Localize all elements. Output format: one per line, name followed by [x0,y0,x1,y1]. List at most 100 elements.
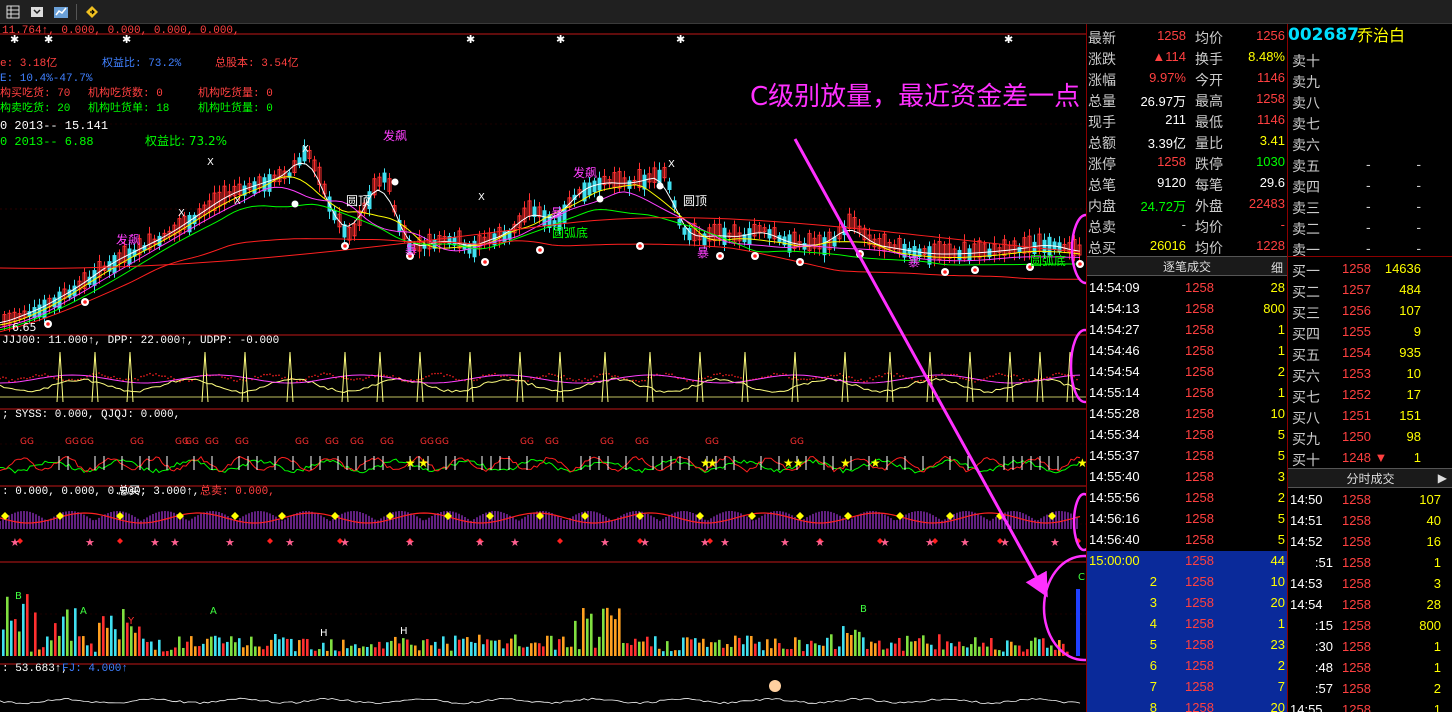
bid-label: 买四 [1292,326,1320,342]
volume-bar [1038,639,1041,656]
volume-bar [646,636,649,656]
volume-bar [926,643,929,656]
sub1-dot [164,375,166,378]
sub4-readout-b: FJ: 4.000↑ [62,663,129,675]
sub1-spike [466,351,474,403]
bid-row[interactable]: 买二 1257 484 [1288,279,1452,300]
bid-row[interactable]: 买一 1258 14636 [1288,258,1452,279]
tick-price: 1258 [1185,490,1214,505]
sub1-dot [866,380,868,382]
volume-bar [814,643,817,656]
sub1-dot [533,378,535,381]
quote-value: 9120 [1157,175,1186,190]
sub1-dot [869,377,871,379]
fenshi-price: 1258 [1342,660,1371,675]
tick-time: 14:55:34 [1089,427,1140,442]
sub2-star: ★ [840,456,851,470]
ask-row[interactable]: 卖八 [1288,90,1452,111]
bid-row[interactable]: 买八 1251 151 [1288,405,1452,426]
volume-bar [74,608,77,656]
sub1-dot [98,372,100,374]
diamond-icon[interactable] [83,3,101,21]
volume-bar [354,644,357,656]
sub1-dot [0,377,1,380]
sub1-dot [362,379,364,381]
volume-bar [1034,637,1037,656]
fenshi-time: :48 [1314,660,1333,675]
sub1-dot [794,376,796,379]
ask-row[interactable]: 卖十 [1288,48,1452,69]
tick-volume: 2 [1277,364,1285,379]
volume-bar [534,642,537,656]
sub1-dot [812,377,814,380]
ask-row[interactable]: 卖一 - - [1288,237,1452,258]
fenshi-row: 14:53 1258 3 [1288,573,1452,594]
sub1-dot [323,372,325,374]
bid-row[interactable]: 买三 1256 107 [1288,300,1452,321]
sub1-dot [167,377,169,380]
bid-row[interactable]: 买十 1248 ▼ 1 [1288,447,1452,468]
ask-row[interactable]: 卖六 [1288,132,1452,153]
grid-icon[interactable] [4,3,22,21]
bid-row[interactable]: 买七 1252 17 [1288,384,1452,405]
volume-bar [114,629,117,656]
tick-volume: 2 [1277,490,1285,505]
volume-bar [426,639,429,656]
volume-bar [978,646,981,656]
volume-bar [602,608,605,656]
volume-bar [998,650,1001,656]
volume-bar [154,649,157,656]
bid-row[interactable]: 买六 1253 10 [1288,363,1452,384]
ask-row[interactable]: 卖七 [1288,111,1452,132]
sub2-gg-marker: GG [705,437,719,447]
fenshi-next-arrow[interactable]: ▶ [1438,471,1447,485]
download-icon[interactable] [28,3,46,21]
sub1-dot [359,377,361,380]
volume-bar [970,644,973,656]
tick-price: 1258 [1185,343,1214,358]
ask-row[interactable]: 卖五 - - [1288,153,1452,174]
tick-time: 14:55:40 [1089,469,1140,484]
volume-bar [162,651,165,656]
bottom-signal-dot-core [46,322,50,326]
sub1-dot [644,379,646,382]
bid-row[interactable]: 买九 1250 98 [1288,426,1452,447]
volume-bar [314,650,317,656]
volume-bar [982,642,985,656]
volume-bar [274,634,277,656]
volume-bar [726,644,729,656]
volume-bar [758,641,761,656]
bid-label: 买二 [1292,284,1320,300]
ask-row[interactable]: 卖二 - - [1288,216,1452,237]
volume-bar [826,637,829,656]
ask-row[interactable]: 卖四 - - [1288,174,1452,195]
ask-row[interactable]: 卖九 [1288,69,1452,90]
candle-body [587,182,592,196]
volume-bar [202,643,205,656]
sub1-dot [875,375,877,378]
ask-row[interactable]: 卖三 - - [1288,195,1452,216]
sub1-dot [68,378,70,381]
chart-icon[interactable] [52,3,70,21]
sub1-dot [59,376,61,379]
sub1-dot [539,376,541,379]
sub1-dot [704,377,706,380]
sub1-dot [998,372,1000,375]
tick-price: 1258 [1185,427,1214,442]
kline-chart-area[interactable]: ✱ ✱ ✱ ✱ ✱ ✱ ✱ XXXXXX ★ ★ ★★ ★ ★ ★ ★ ★GG GG GG GG GGGG GG GG… [0,24,1086,712]
volume-bar [26,594,29,656]
volume-bar [298,640,301,656]
quote-value: 1146 [1257,112,1285,127]
tick-detail-button[interactable]: 细 [1271,259,1283,276]
sub1-dot [641,379,643,382]
volume-bar [846,632,849,656]
sub1-dot [152,374,154,376]
bid-row[interactable]: 买五 1254 935 [1288,342,1452,363]
sub1-dot [722,374,724,377]
fenshi-price: 1258 [1342,492,1371,507]
sub1-dot [902,375,904,377]
sub1-dot [44,373,46,375]
bid-row[interactable]: 买四 1255 9 [1288,321,1452,342]
tick-row: 14:54:09 1258 28 [1087,277,1287,298]
volume-bar [882,649,885,656]
